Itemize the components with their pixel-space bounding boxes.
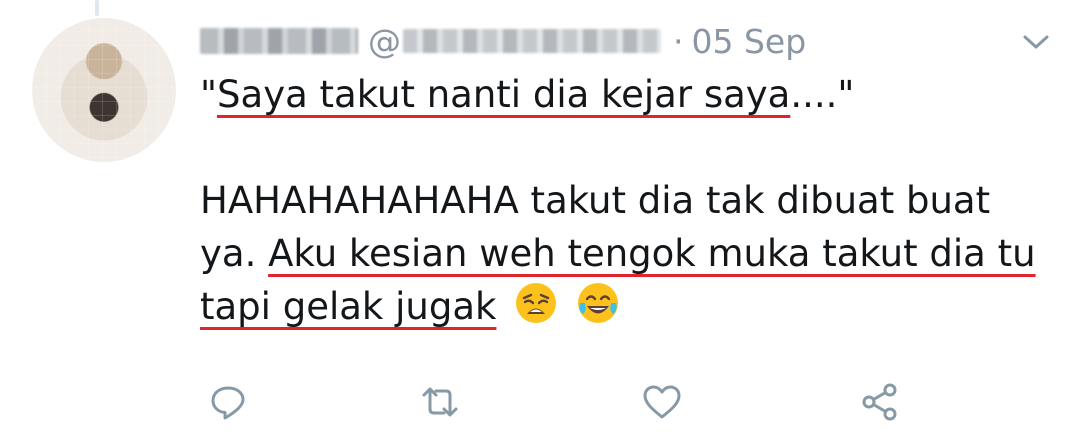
share-icon[interactable] (858, 380, 902, 424)
header-separator: · (673, 21, 684, 61)
tweet-body: "Saya takut nanti dia kejar saya...." HA… (200, 68, 1060, 339)
tweet-text-segment: HAHAHAHAHAHA takut dia tak dibuat buat (200, 179, 991, 222)
chevron-down-icon[interactable] (1016, 26, 1056, 58)
tears-of-joy-emoji (576, 281, 620, 339)
tweet-text-segment: ...." (790, 73, 855, 116)
tweet-actions (206, 380, 906, 424)
tweet-date[interactable]: 05 Sep (692, 22, 807, 61)
reply-icon[interactable] (206, 380, 250, 424)
tweet-line-4: ya. Aku kesian weh tengok muka takut dia… (200, 227, 1060, 280)
tweet-line-1: "Saya takut nanti dia kejar saya...." (200, 68, 1060, 121)
author-handle-blurred[interactable] (403, 29, 661, 53)
tweet-text-segment: ya. (200, 232, 269, 275)
tweet-line-5: tapi gelak jugak (200, 280, 1060, 339)
tweet-line-3: HAHAHAHAHAHA takut dia tak dibuat buat (200, 174, 1060, 227)
tweet-text-underlined: Saya takut nanti dia kejar saya (217, 73, 791, 116)
tweet-text-segment: " (200, 73, 218, 116)
weary-face-emoji (514, 281, 558, 339)
author-handle-prefix: @ (368, 21, 401, 61)
tweet-text-underlined: Aku kesian weh tengok muka takut dia tu (268, 232, 1036, 275)
tweet-header: @ · 05 Sep (200, 18, 806, 64)
avatar[interactable] (32, 18, 176, 162)
retweet-icon[interactable] (418, 380, 462, 424)
avatar-pixelation (32, 18, 176, 162)
like-icon[interactable] (640, 380, 684, 424)
tweet-text-segment (496, 285, 508, 328)
tweet-text-underlined: tapi gelak jugak (200, 285, 497, 328)
thread-connector (95, 0, 99, 16)
author-display-name-blurred[interactable] (200, 28, 358, 54)
